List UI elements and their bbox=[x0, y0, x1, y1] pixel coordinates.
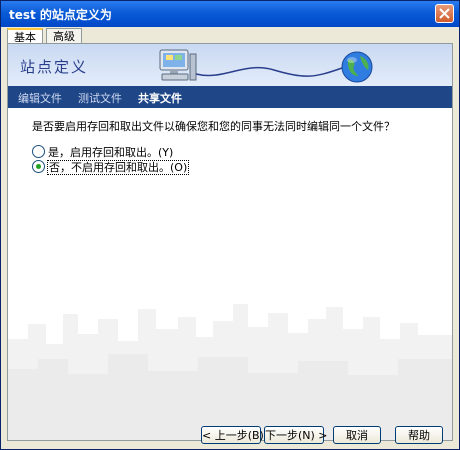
radio-enable[interactable] bbox=[32, 145, 45, 158]
cancel-button[interactable]: 取消 bbox=[333, 426, 381, 444]
banner-title: 站点定义 bbox=[20, 58, 89, 76]
dialog-window: test 的站点定义为 基本 高级 站点定义 编辑文件 测试文件 共享文件 是否… bbox=[0, 0, 460, 450]
option-enable[interactable]: 是，启用存回和取出。(Y) bbox=[32, 144, 174, 159]
banner: 站点定义 bbox=[8, 44, 452, 86]
title-bar[interactable]: test 的站点定义为 bbox=[1, 1, 459, 27]
window-title: test 的站点定义为 bbox=[9, 8, 112, 22]
city-skyline-watermark bbox=[8, 304, 452, 440]
nav-item-edit-files[interactable]: 编辑文件 bbox=[18, 90, 62, 106]
option-enable-label: 是，启用存回和取出。(Y) bbox=[48, 146, 174, 159]
computer-icon bbox=[159, 49, 197, 81]
content-panel: 站点定义 编辑文件 测试文件 共享文件 是否要启用存回和取出文件以确保您和您的同… bbox=[7, 43, 453, 441]
back-button[interactable]: < 上一步(B) bbox=[201, 426, 264, 444]
nav-bar: 编辑文件 测试文件 共享文件 bbox=[8, 86, 452, 108]
nav-item-test-files[interactable]: 测试文件 bbox=[78, 90, 122, 106]
close-button[interactable] bbox=[435, 4, 454, 23]
option-disable[interactable]: 否，不启用存回和取出。(O) bbox=[32, 159, 190, 175]
tab-advanced[interactable]: 高级 bbox=[46, 28, 82, 43]
close-icon bbox=[439, 8, 450, 19]
next-button[interactable]: 下一步(N) > bbox=[264, 426, 328, 444]
nav-item-share-files[interactable]: 共享文件 bbox=[138, 90, 182, 106]
network-cable bbox=[195, 66, 343, 77]
question-text: 是否要启用存回和取出文件以确保您和您的同事无法同时编辑同一个文件？ bbox=[32, 120, 395, 133]
option-disable-label: 否，不启用存回和取出。(O) bbox=[46, 160, 190, 175]
radio-disable[interactable] bbox=[32, 160, 45, 173]
help-button[interactable]: 帮助 bbox=[395, 426, 443, 444]
globe-icon bbox=[341, 51, 373, 83]
